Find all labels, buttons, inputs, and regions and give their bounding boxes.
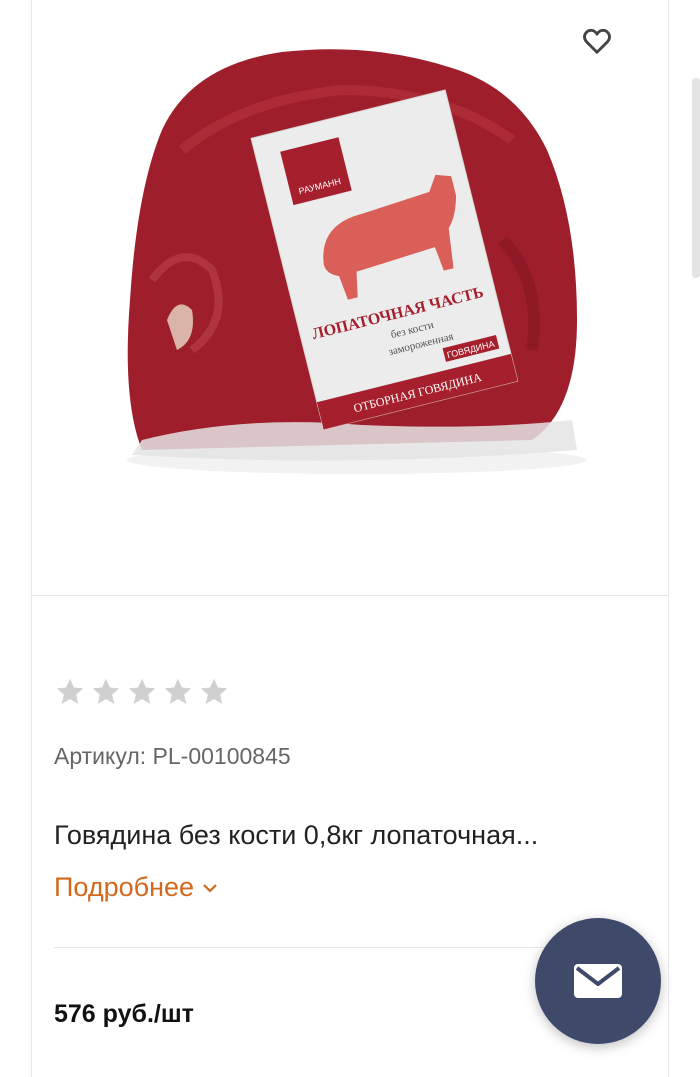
- more-details-label: Подробнее: [54, 872, 195, 902]
- heart-outline-icon: [583, 28, 611, 54]
- star-icon[interactable]: [198, 676, 230, 708]
- page-scrollbar[interactable]: [692, 78, 700, 278]
- rating-stars[interactable]: [54, 676, 230, 708]
- favorite-button[interactable]: [580, 24, 614, 58]
- star-icon[interactable]: [126, 676, 158, 708]
- star-icon[interactable]: [54, 676, 86, 708]
- product-card: РАУМАНН ЛОПАТОЧНАЯ ЧАСТЬ без кости замор…: [31, 0, 669, 1077]
- more-details-link[interactable]: Подробнее: [54, 872, 218, 903]
- product-image[interactable]: РАУМАНН ЛОПАТОЧНАЯ ЧАСТЬ без кости замор…: [122, 20, 592, 480]
- chevron-down-icon: [203, 883, 217, 893]
- star-icon[interactable]: [90, 676, 122, 708]
- envelope-icon: [574, 964, 622, 998]
- product-price: 576 руб./шт: [54, 1000, 194, 1028]
- product-sku: Артикул: PL-00100845: [54, 743, 291, 769]
- mail-button[interactable]: [535, 918, 661, 1044]
- star-icon[interactable]: [162, 676, 194, 708]
- product-title[interactable]: Говядина без кости 0,8кг лопаточная...: [54, 820, 538, 851]
- product-image-area: РАУМАНН ЛОПАТОЧНАЯ ЧАСТЬ без кости замор…: [32, 0, 668, 596]
- divider: [54, 947, 614, 948]
